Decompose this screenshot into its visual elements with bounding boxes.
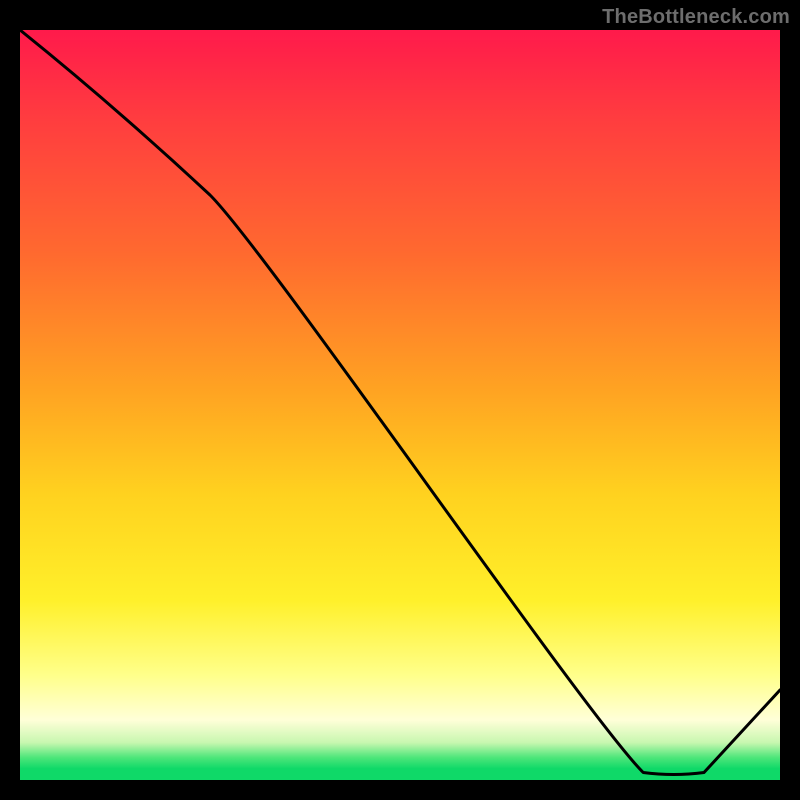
bottleneck-curve [20,30,780,780]
chart-frame [20,30,780,780]
watermark-text: TheBottleneck.com [602,6,790,29]
plot-area [20,30,780,780]
